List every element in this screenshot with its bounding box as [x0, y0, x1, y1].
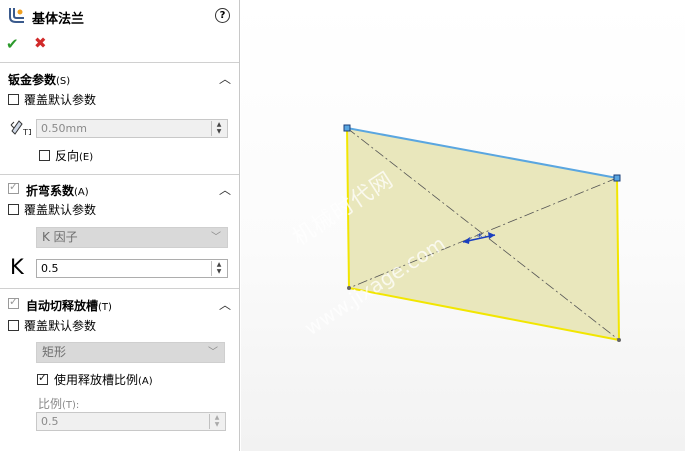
panel-title: 基体法兰 [32, 12, 85, 27]
chevron-down-icon: ﹀ [211, 232, 221, 243]
relief-ratio-value: 0.5 [41, 415, 59, 428]
use-relief-ratio-checkbox[interactable] [37, 371, 48, 385]
thickness-spinner[interactable]: ▲ ▼ [211, 121, 226, 136]
bend-allowance-enable-checkbox[interactable] [8, 180, 19, 194]
section-title: 折弯系数 [26, 184, 75, 198]
relief-ratio-spinner[interactable]: ▲ ▼ [209, 414, 224, 429]
thickness-input[interactable]: 0.50mm ▲ ▼ [36, 119, 228, 138]
section-shortcut: (T) [98, 302, 112, 313]
divider [0, 288, 239, 289]
reverse-direction-checkbox[interactable] [39, 150, 50, 161]
override-defaults-checkbox[interactable] [8, 320, 19, 331]
spin-up-icon[interactable]: ▲ [212, 261, 226, 268]
spin-up-icon[interactable]: ▲ [210, 414, 224, 421]
base-flange-icon [7, 6, 27, 27]
section-title: 自动切释放槽 [26, 299, 99, 313]
divider [0, 62, 239, 63]
k-factor-spinner[interactable]: ▲ ▼ [211, 261, 226, 276]
section-bend-allowance[interactable]: 折弯系数(A) ︿ [0, 178, 239, 200]
chevron-up-icon[interactable]: ︿ [219, 296, 231, 313]
help-icon[interactable]: ? [215, 8, 230, 23]
ratio-label: 比例 [38, 397, 63, 411]
svg-text:T1: T1 [22, 128, 31, 137]
use-relief-ratio-shortcut: (A) [138, 376, 153, 387]
k-factor-icon: K [10, 255, 24, 279]
override-defaults-label: 覆盖默认参数 [24, 203, 97, 217]
section-title: 钣金参数 [8, 73, 57, 87]
section-shortcut: (S) [56, 76, 71, 87]
vertex-point [617, 338, 621, 342]
spin-down-icon[interactable]: ▼ [212, 268, 226, 275]
section-sheet-metal-params[interactable]: 钣金参数(S) ︿ [0, 67, 239, 89]
reverse-shortcut: (E) [79, 152, 94, 163]
override-defaults-checkbox[interactable] [8, 204, 19, 215]
relief-type-value: 矩形 [42, 345, 67, 359]
thickness-icon: T1 [9, 117, 33, 140]
spin-up-icon[interactable]: ▲ [212, 121, 226, 128]
cancel-button[interactable]: ✖ [34, 34, 47, 52]
spin-down-icon[interactable]: ▼ [212, 128, 226, 135]
ratio-shortcut: (T): [62, 400, 80, 411]
chevron-down-icon: ﹀ [208, 347, 218, 358]
relief-type-select[interactable]: 矩形 ﹀ [36, 342, 225, 363]
thickness-value: 0.50mm [41, 122, 87, 135]
override-defaults-checkbox[interactable] [8, 94, 19, 105]
use-relief-ratio-label: 使用释放槽比例 [54, 373, 139, 387]
svg-text:*: * [477, 231, 483, 244]
spin-down-icon[interactable]: ▼ [210, 421, 224, 428]
vertex-handle[interactable] [613, 174, 621, 182]
chevron-up-icon[interactable]: ︿ [219, 70, 231, 87]
divider [0, 174, 239, 175]
vertex-handle[interactable] [343, 124, 351, 132]
section-shortcut: (A) [74, 187, 89, 198]
ok-button[interactable]: ✔ [6, 35, 19, 53]
auto-relief-enable-checkbox[interactable] [8, 295, 19, 309]
override-defaults-label: 覆盖默认参数 [24, 319, 97, 333]
reverse-direction-label: 反向 [55, 149, 80, 163]
k-factor-value: 0.5 [41, 262, 59, 275]
relief-ratio-input[interactable]: 0.5 ▲ ▼ [36, 412, 226, 431]
bend-allowance-type-value: K 因子 [42, 230, 78, 244]
chevron-up-icon[interactable]: ︿ [219, 181, 231, 198]
bend-allowance-type-select[interactable]: K 因子 ﹀ [36, 227, 228, 248]
k-factor-input[interactable]: 0.5 ▲ ▼ [36, 259, 228, 278]
property-manager-panel: 基体法兰 ? ✔ ✖ 钣金参数(S) ︿ 覆盖默认参数 T1 0.50mm ▲ … [0, 0, 240, 451]
section-auto-relief[interactable]: 自动切释放槽(T) ︿ [0, 293, 239, 315]
override-defaults-label: 覆盖默认参数 [24, 93, 97, 107]
